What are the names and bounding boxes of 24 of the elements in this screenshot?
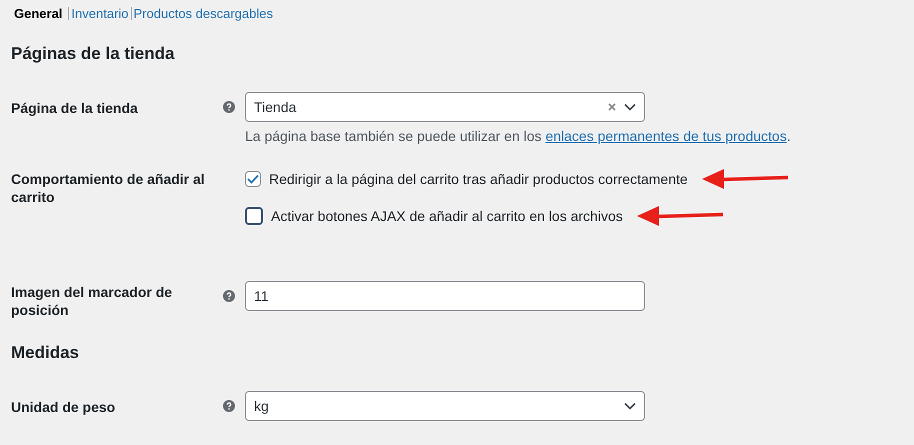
tab[interactable]: Productos descargables bbox=[132, 6, 275, 20]
field-label: Página de la tienda bbox=[11, 99, 139, 117]
permalinks-link[interactable]: enlaces permanentes de tus productos bbox=[545, 128, 787, 144]
checkbox[interactable] bbox=[245, 207, 263, 225]
checkbox-label: Activar botones AJAX de añadir al carrito en los archivos bbox=[271, 208, 623, 224]
field-description: La página base también se puede utilizar en los enlaces permanentes de tus productos. bbox=[245, 127, 791, 145]
chevron-down-icon bbox=[624, 402, 636, 410]
help-icon[interactable] bbox=[223, 101, 235, 113]
field-label: Comportamiento de añadir al carrito bbox=[11, 170, 206, 206]
checkbox-label: Redirigir a la página del carrito tras añadir productos correctamente bbox=[269, 171, 688, 187]
field-label: Unidad de peso bbox=[11, 398, 116, 416]
chevron-down-icon bbox=[624, 103, 636, 111]
section-heading: Páginas de la tienda bbox=[11, 43, 176, 65]
tab[interactable]: General bbox=[11, 6, 68, 20]
help-icon[interactable] bbox=[223, 290, 235, 302]
field-label: Imagen del marcador de posición bbox=[11, 283, 174, 319]
select-field[interactable]: kg bbox=[245, 391, 645, 421]
select-field[interactable]: Tienda bbox=[245, 92, 645, 122]
section-heading: Medidas bbox=[11, 342, 80, 364]
tab[interactable]: Inventario bbox=[69, 6, 131, 20]
input-field[interactable]: 11 bbox=[245, 281, 645, 311]
checkbox[interactable] bbox=[245, 171, 261, 187]
help-icon[interactable] bbox=[223, 400, 235, 412]
clear-icon[interactable] bbox=[608, 103, 616, 111]
